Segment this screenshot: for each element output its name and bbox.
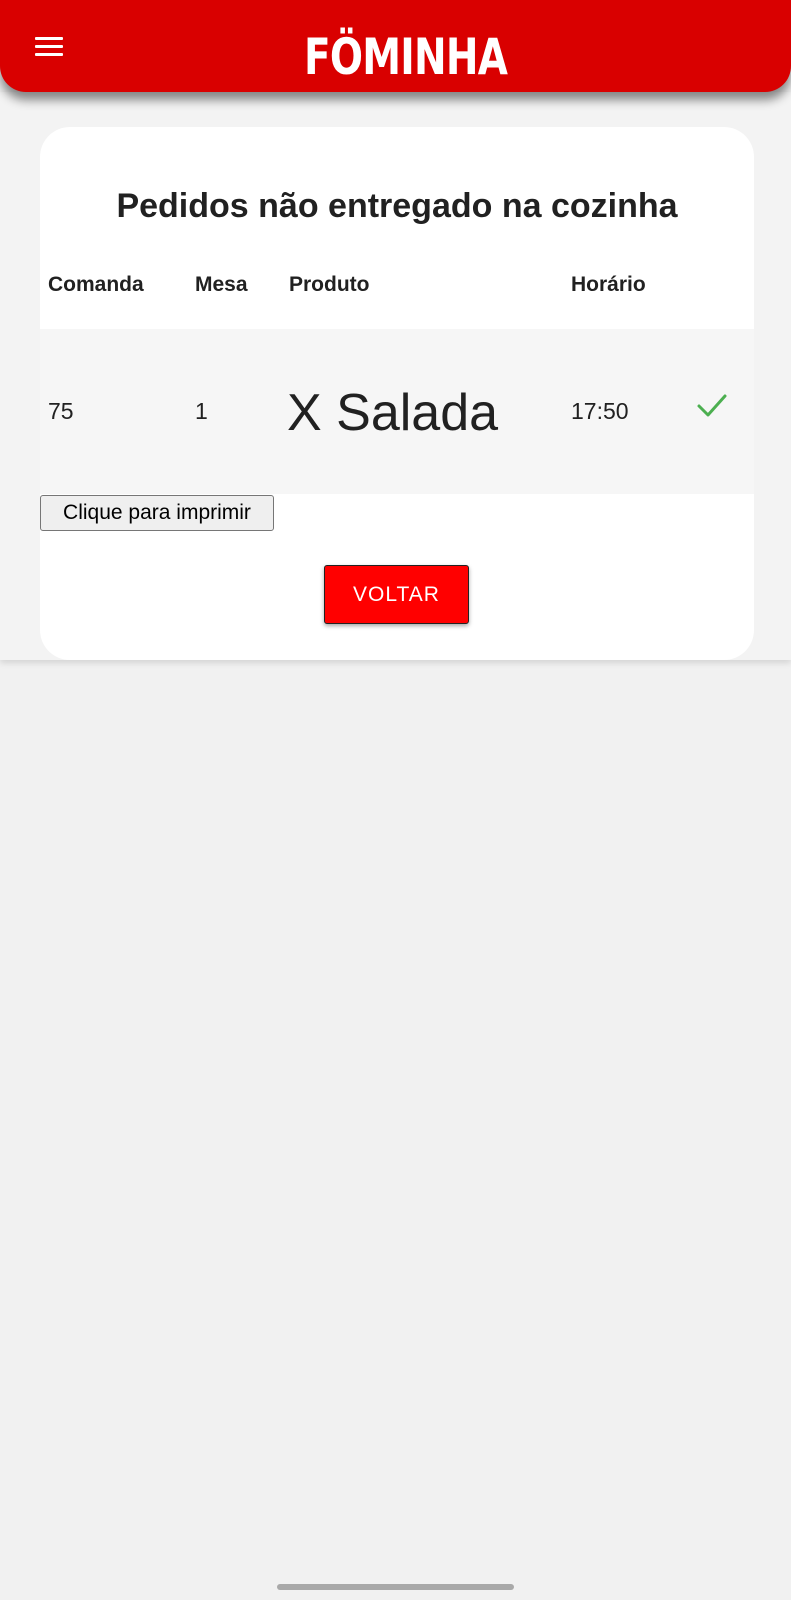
cell-horario: 17:50 bbox=[571, 398, 629, 424]
orders-card: Pedidos não entregado na cozinha Comanda… bbox=[40, 127, 754, 660]
app-logo: FÖMINHA bbox=[304, 28, 508, 86]
column-header-mesa: Mesa bbox=[195, 273, 248, 296]
cell-comanda: 75 bbox=[48, 398, 74, 424]
cell-mesa: 1 bbox=[195, 398, 208, 424]
column-header-horario: Horário bbox=[571, 273, 646, 296]
column-header-produto: Produto bbox=[289, 273, 370, 296]
column-header-comanda: Comanda bbox=[48, 273, 144, 296]
app-bar: FÖMINHA bbox=[0, 0, 791, 92]
print-button[interactable]: Clique para imprimir bbox=[40, 495, 274, 531]
home-indicator bbox=[277, 1584, 514, 1590]
back-button[interactable]: VOLTAR bbox=[324, 565, 469, 624]
table-row: 75 1 X Salada 17:50 bbox=[40, 329, 754, 494]
hamburger-menu-icon[interactable] bbox=[33, 34, 65, 58]
cell-produto: X Salada bbox=[287, 384, 499, 442]
checkmark-icon[interactable] bbox=[696, 389, 728, 421]
page-title: Pedidos não entregado na cozinha bbox=[116, 187, 678, 225]
